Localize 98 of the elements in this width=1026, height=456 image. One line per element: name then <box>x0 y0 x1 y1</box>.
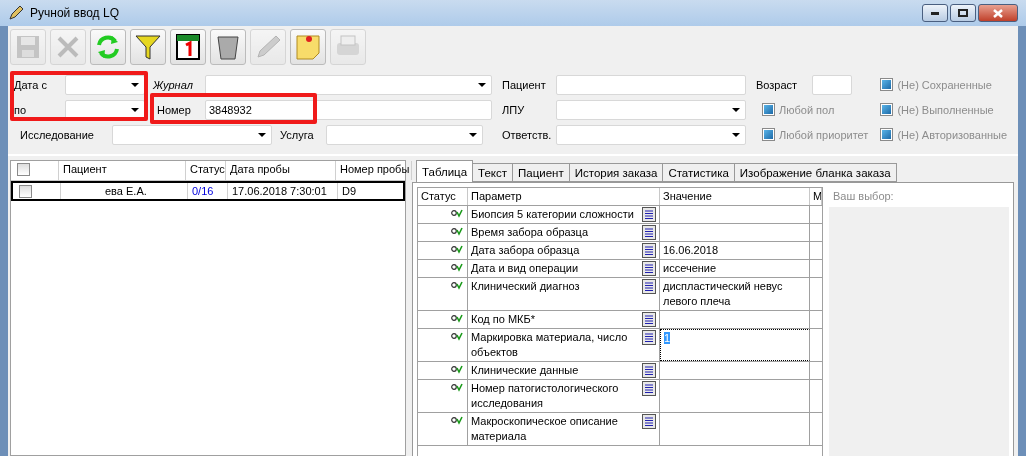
field-label: Пациент <box>502 78 547 91</box>
parameter-name: Дата забора образца <box>471 243 581 258</box>
column-header[interactable]: Номер пробы <box>336 161 412 180</box>
parameter-name: Маркировка материала, число объектов <box>471 330 629 360</box>
field-label: по <box>14 103 28 116</box>
table-cell: 0/16 <box>188 183 228 199</box>
column-header[interactable]: М <box>810 188 822 205</box>
document-icon[interactable] <box>642 261 656 276</box>
document-icon[interactable] <box>642 225 656 240</box>
close-icon <box>993 8 1003 18</box>
document-icon[interactable] <box>642 279 656 294</box>
cross-icon <box>55 34 81 60</box>
column-header[interactable]: Статус <box>186 161 226 180</box>
maximize-icon <box>958 9 968 17</box>
list-row[interactable]: ева Е.А. 0/16 17.06.2018 7:30:01 D9 <box>11 181 405 201</box>
trash-bin-icon <box>216 33 240 61</box>
parameter-name: Время забора образца <box>471 225 589 240</box>
ok-check-icon <box>451 281 463 290</box>
sticky-note-icon <box>294 33 322 61</box>
table-cell: 17.06.2018 7:30:01 <box>228 183 338 199</box>
value-cell[interactable]: иссечение <box>660 260 810 277</box>
column-header[interactable]: Статус <box>418 188 468 205</box>
minimize-icon <box>931 11 939 15</box>
dropdown-caret-icon <box>732 132 740 137</box>
date-dropdown[interactable] <box>65 74 145 95</box>
field-label: Дата с <box>14 78 48 91</box>
checkbox-label: (Не) Сохраненные <box>897 78 992 91</box>
dropdown-caret-icon <box>469 132 477 137</box>
field-label: Номер <box>156 103 192 116</box>
document-icon[interactable] <box>642 414 656 429</box>
journal-dropdown[interactable] <box>205 74 492 95</box>
field-label: Исследование <box>19 128 95 141</box>
close-button[interactable] <box>978 4 1018 22</box>
ok-check-icon <box>451 383 463 392</box>
ok-check-icon <box>451 245 463 254</box>
tab[interactable]: Текст <box>472 163 514 182</box>
toolbar-button[interactable] <box>170 29 206 65</box>
age-field[interactable] <box>812 74 852 95</box>
row-checkbox[interactable] <box>19 185 32 198</box>
dropdown-caret-icon <box>258 132 266 137</box>
parameter-name: Клинический диагноз <box>471 279 581 294</box>
document-icon[interactable] <box>642 243 656 258</box>
ok-check-icon <box>451 263 463 272</box>
document-icon[interactable] <box>642 207 656 222</box>
ok-check-icon <box>451 332 463 341</box>
value-cell[interactable]: 16.06.2018 <box>660 242 810 259</box>
minimize-button[interactable] <box>922 4 948 22</box>
tab[interactable]: Таблица <box>416 160 474 182</box>
parameter-name: Макроскопическое описание материала <box>471 414 619 444</box>
maximize-button[interactable] <box>950 4 976 22</box>
ok-check-icon <box>451 227 463 236</box>
value-cell[interactable]: диспластический невус левого плеча <box>660 278 810 310</box>
field-label: Ответств. <box>502 128 553 141</box>
column-header[interactable]: Пациент <box>59 161 186 180</box>
table-cell: ева Е.А. <box>61 183 188 199</box>
column-header[interactable]: Дата пробы <box>226 161 336 180</box>
checkbox-label: Любой пол <box>779 103 835 116</box>
field-label: Возраст <box>756 78 799 91</box>
choice-label: Ваш выбор: <box>829 187 1009 207</box>
parameter-name: Биопсия 5 категории сложности <box>471 207 635 222</box>
tab[interactable]: История заказа <box>568 163 664 182</box>
ok-check-icon <box>451 416 463 425</box>
checkbox-label: (Не) Выполненные <box>897 103 994 116</box>
field-label: Услуга <box>280 128 315 141</box>
column-header[interactable]: Параметр <box>468 188 660 205</box>
dropdown-caret-icon <box>131 107 139 112</box>
document-icon[interactable] <box>642 363 656 378</box>
date-dropdown[interactable] <box>65 99 145 120</box>
checkbox-label: Любой приоритет <box>779 128 869 141</box>
ok-check-icon <box>451 365 463 374</box>
window-title: Ручной ввод LQ <box>30 6 119 20</box>
column-header[interactable]: Значение <box>660 188 810 205</box>
select-all-checkbox[interactable] <box>17 163 30 176</box>
pen-icon <box>254 33 282 61</box>
ok-check-icon <box>451 209 463 218</box>
tab[interactable]: Пациент <box>512 163 570 182</box>
dropdown-caret-icon <box>732 107 740 112</box>
calendar-icon <box>175 33 201 61</box>
document-icon[interactable] <box>642 330 656 345</box>
field-label: ЛПУ <box>502 103 526 116</box>
parameter-name: Номер патогистологического исследования <box>471 381 620 411</box>
dropdown-caret-icon <box>131 82 139 87</box>
document-icon[interactable] <box>642 312 656 327</box>
parameter-name: Дата и вид операции <box>471 261 580 276</box>
number-field[interactable]: 3848932 <box>205 99 492 120</box>
parameter-name: Клинические данные <box>471 363 580 378</box>
refresh-icon <box>94 33 122 61</box>
parameter-name: Код по МКБ* <box>471 312 536 327</box>
pen-icon <box>8 5 24 21</box>
document-icon[interactable] <box>642 381 656 396</box>
ok-check-icon <box>451 314 463 323</box>
checkbox-label: (Не) Авторизованные <box>897 128 1008 141</box>
field-label: Журнал <box>153 78 194 91</box>
patient-field[interactable] <box>556 74 746 95</box>
tab[interactable]: Изображение бланка заказа <box>733 163 897 182</box>
dropdown-caret-icon <box>478 82 486 87</box>
funnel-icon <box>134 33 162 61</box>
tab[interactable]: Статистика <box>662 163 735 182</box>
